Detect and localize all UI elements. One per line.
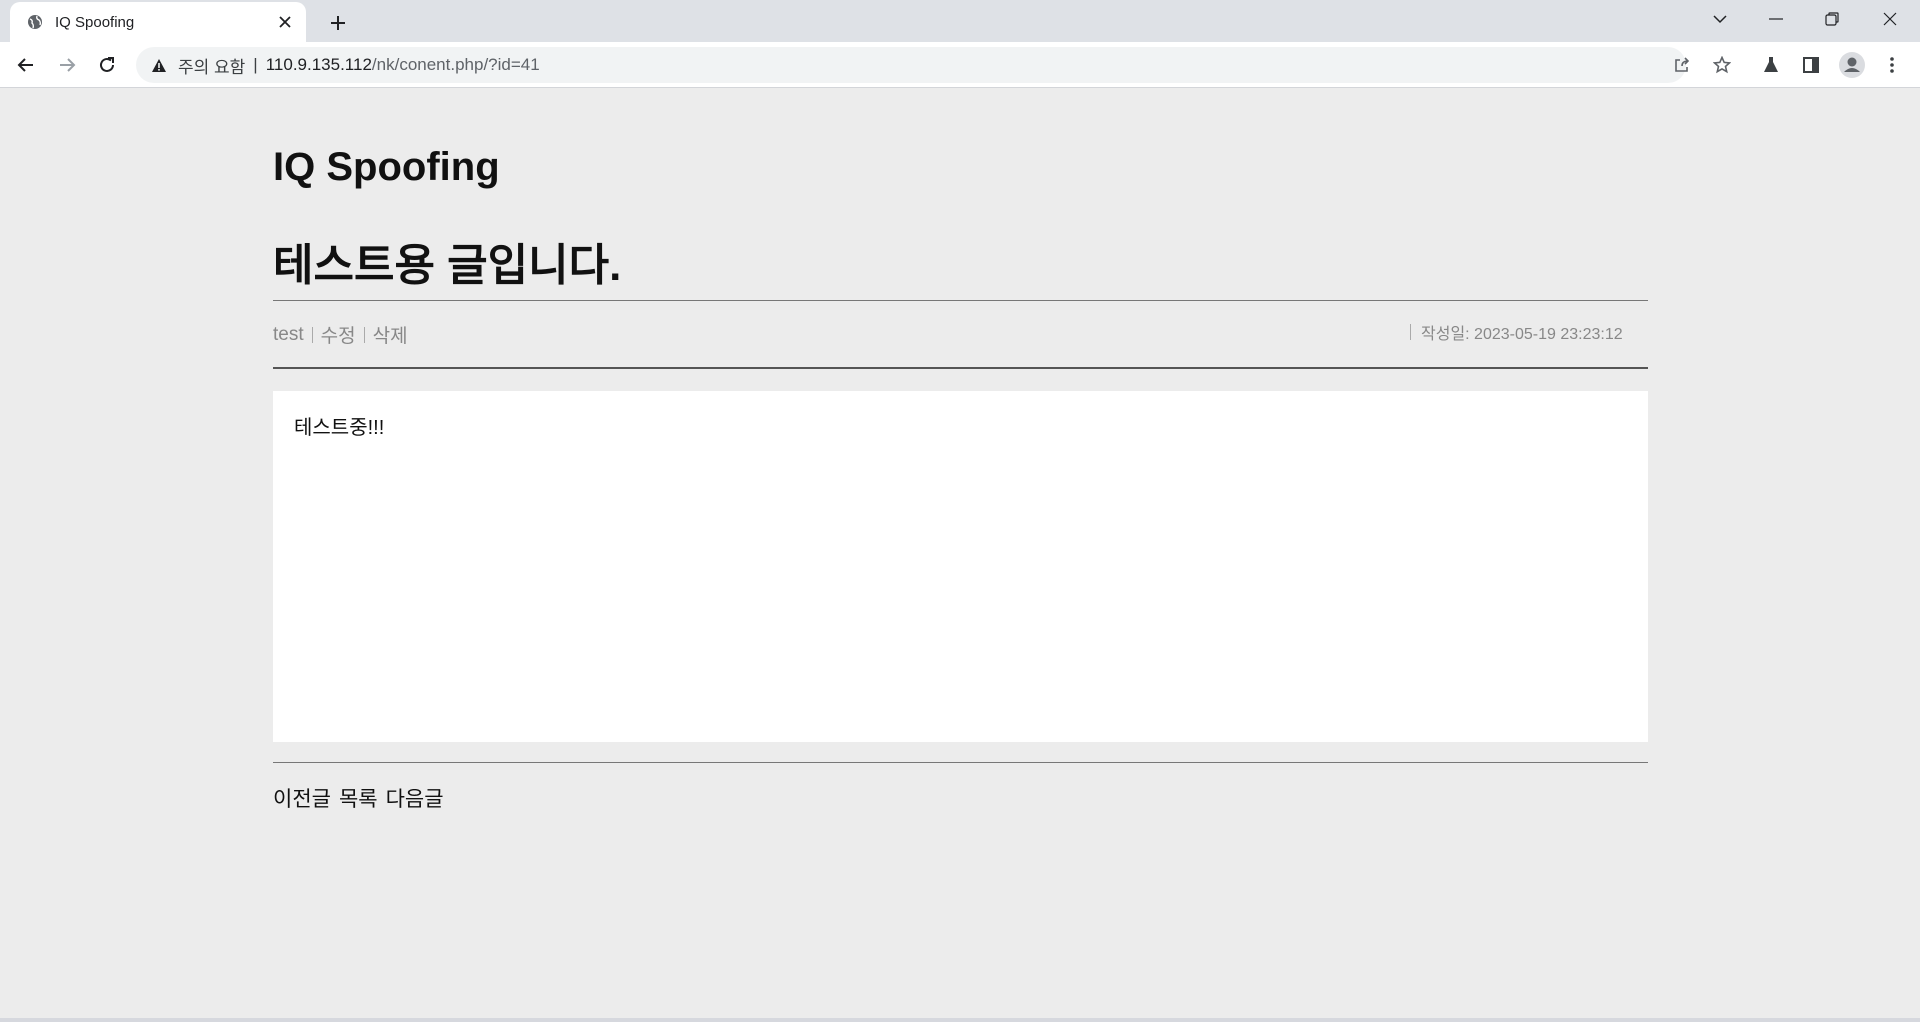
divider	[273, 762, 1648, 763]
profile-icon[interactable]	[1836, 49, 1868, 81]
post-content-box: 테스트중!!!	[273, 391, 1648, 742]
next-post-link[interactable]: 다음글	[386, 783, 444, 813]
separator	[363, 326, 365, 343]
kebab-menu-icon[interactable]	[1876, 49, 1908, 81]
star-icon[interactable]	[1704, 47, 1740, 83]
prev-post-link[interactable]: 이전글	[273, 783, 331, 813]
author-name: test	[273, 323, 304, 345]
page-body: IQ Spoofing 테스트용 글입니다. test 수정 삭제 작성일: 2…	[0, 89, 1920, 1018]
tab-strip: IQ Spoofing	[0, 0, 1920, 42]
site-title: IQ Spoofing	[273, 145, 500, 189]
restore-icon[interactable]	[1804, 0, 1860, 38]
delete-link[interactable]: 삭제	[373, 321, 408, 348]
separator	[1410, 324, 1411, 340]
post-navigation: 이전글 목록 다음글	[273, 783, 444, 813]
url-path[interactable]: /nk/conent.php/?id=41	[372, 55, 540, 75]
separator	[311, 326, 313, 343]
post-title: 테스트용 글입니다.	[273, 241, 622, 290]
share-icon[interactable]	[1664, 47, 1700, 83]
browser-tab[interactable]: IQ Spoofing	[10, 2, 306, 42]
omnibox-separator: |	[253, 55, 258, 74]
address-bar[interactable]: 주의 요함 | 110.9.135.112 /nk/conent.php/?id…	[136, 47, 1731, 83]
close-icon[interactable]	[274, 11, 296, 33]
divider	[273, 367, 1648, 369]
side-panel-icon[interactable]	[1795, 49, 1827, 81]
tab-title: IQ Spoofing	[55, 13, 135, 31]
post-date: 작성일: 2023-05-19 23:23:12	[1421, 326, 1623, 343]
reload-icon[interactable]	[91, 49, 123, 81]
back-arrow-icon[interactable]	[10, 49, 42, 81]
post-content: 테스트중!!!	[294, 417, 385, 439]
url-host[interactable]: 110.9.135.112	[266, 55, 372, 75]
tab-search-chevron-icon[interactable]	[1692, 0, 1748, 38]
post-meta-actions: test 수정 삭제	[273, 321, 408, 348]
divider	[273, 300, 1648, 301]
security-status-label[interactable]: 주의 요함	[178, 53, 245, 78]
edit-link[interactable]: 수정	[321, 321, 356, 348]
warning-icon[interactable]	[150, 56, 168, 74]
list-link[interactable]: 목록	[339, 783, 378, 813]
flask-icon[interactable]	[1755, 49, 1787, 81]
window-bottom-edge	[0, 1018, 1920, 1022]
close-window-icon[interactable]	[1862, 0, 1918, 38]
globe-icon	[26, 13, 44, 31]
browser-toolbar: 주의 요함 | 110.9.135.112 /nk/conent.php/?id…	[0, 42, 1920, 88]
plus-icon[interactable]	[324, 9, 352, 37]
minimize-icon[interactable]	[1748, 0, 1804, 38]
post-meta-date: 작성일: 2023-05-19 23:23:12	[1410, 320, 1623, 344]
forward-arrow-icon[interactable]	[51, 49, 83, 81]
